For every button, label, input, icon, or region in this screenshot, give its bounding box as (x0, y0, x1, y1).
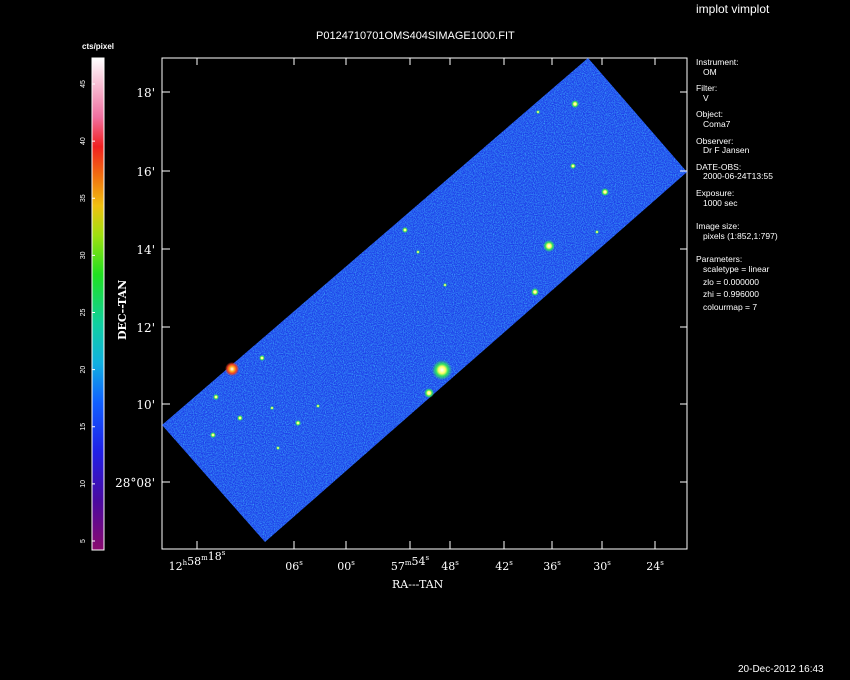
image-size-value: pixels (1:852,1:797) (703, 230, 778, 241)
x-tick-label: 36s (543, 559, 561, 573)
star-source (543, 240, 555, 252)
star-source (402, 227, 408, 233)
x-tick-label: 48s (441, 559, 459, 573)
x-tick-label: 24s (646, 559, 664, 573)
filter-value: V (703, 92, 709, 103)
star-source (416, 250, 420, 254)
colorbar-tick-label: 10 (80, 480, 87, 488)
star-source (432, 360, 452, 380)
x-axis-label: RA---TAN (392, 578, 444, 591)
sky-image (162, 58, 687, 542)
colorbar-tick-label: 15 (80, 423, 87, 431)
colorbar-tick-label: 25 (80, 309, 87, 317)
plot-title: P0124710701OMS404SIMAGE1000.FIT (316, 30, 515, 42)
info-panel: Instrument: OM Filter: V Object: Coma7 O… (696, 57, 778, 312)
star-source (601, 188, 609, 196)
x-tick-label: 30s (593, 559, 611, 573)
colorbar-tick-label: 5 (80, 539, 87, 543)
star-source (536, 110, 540, 114)
star-source (225, 362, 239, 376)
observer-value: Dr F Jansen (703, 145, 750, 156)
star-source (270, 406, 274, 410)
x-tick-labels: 12h58m18s 06s 00s 57m54s 48s 42s 36s 30s 24s (169, 549, 665, 573)
exposure-value: 1000 sec (703, 197, 738, 208)
star-source (210, 432, 216, 438)
param-colourmap: colourmap = 7 (703, 301, 758, 312)
star-source (595, 230, 599, 234)
param-scaletype: scaletype = linear (703, 263, 770, 274)
timestamp: 20-Dec-2012 16:43 (738, 664, 824, 675)
param-zlo: zlo = 0.000000 (703, 276, 760, 287)
y-tick-label: 18' (136, 86, 155, 100)
y-axis-label: DEC--TAN (116, 279, 129, 340)
colorbar-tick-label: 30 (80, 251, 87, 259)
object-value: Coma7 (703, 118, 731, 129)
x-tick-label: 12h58m18s (169, 549, 226, 573)
instrument-value: OM (703, 66, 717, 77)
x-tick-label: 42s (495, 559, 513, 573)
star-source (316, 404, 320, 408)
param-zhi: zhi = 0.996000 (703, 289, 760, 300)
colorbar-tick-label: 40 (80, 137, 87, 145)
colorbar-tick-label: 35 (80, 194, 87, 202)
x-tick-label: 06s (285, 559, 303, 573)
star-source (259, 355, 265, 361)
star-source (570, 163, 576, 169)
star-source (571, 100, 579, 108)
y-tick-label: 16' (136, 165, 155, 179)
x-tick-label: 00s (337, 559, 355, 573)
colorbar-tick-label: 45 (80, 80, 87, 88)
star-source (531, 288, 539, 296)
colorbar-tick-label: 20 (80, 366, 87, 374)
star-source (237, 415, 243, 421)
star-source (424, 388, 434, 398)
star-source (295, 420, 301, 426)
colorbar-unit: cts/pixel (82, 42, 115, 51)
star-source (213, 394, 219, 400)
y-tick-label: 28°08' (115, 476, 155, 490)
colorbar (91, 57, 105, 551)
star-source (276, 446, 280, 450)
y-tick-label: 12' (136, 321, 155, 335)
y-tick-label: 14' (136, 243, 155, 257)
star-source (443, 283, 447, 287)
date-obs-value: 2000-06-24T13:55 (703, 171, 773, 182)
x-tick-label: 57m54s (391, 554, 430, 573)
window-title: implot vimplot (696, 2, 770, 16)
y-tick-label: 10' (136, 398, 155, 412)
